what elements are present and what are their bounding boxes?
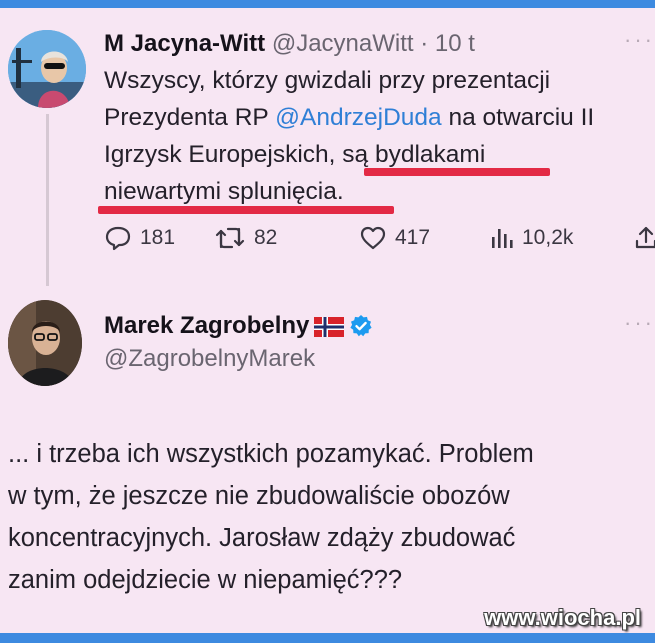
red-highlight-underline [98, 206, 394, 214]
more-options-icon[interactable]: ··· [624, 27, 655, 53]
tweet2-author-handle[interactable]: @ZagrobelnyMarek [104, 345, 315, 373]
share-button[interactable] [634, 220, 655, 256]
retweet-icon [214, 225, 246, 251]
tweet1-text-line: Prezydenta RP @AndrzejDuda na otwarciu I… [104, 99, 652, 136]
retweet-button[interactable]: 82 [214, 220, 277, 256]
tweet1-text: Wszyscy, którzy gwizdali przy prezentacj… [104, 62, 652, 210]
tweet1-text-segment: na otwarciu II [441, 104, 595, 131]
retweet-count: 82 [254, 226, 278, 249]
tweet2-author-name[interactable]: Marek Zagrobelny [104, 312, 309, 340]
tweet1-text-line: Wszyscy, którzy gwizdali przy prezentacj… [104, 62, 652, 99]
tweet1-text-line: niewartymi splunięcia. [104, 173, 652, 210]
tweet2-text-line: koncentracyjnych. Jarosław zdąży zbudowa… [8, 524, 516, 552]
more-options-icon[interactable]: ··· [624, 310, 655, 336]
tweet2-author-line: Marek Zagrobelny [104, 312, 373, 340]
tweet1-author-line: M Jacyna-Witt @JacynaWitt · 10 t [104, 30, 475, 58]
tweet2-text-line: zanim odejdziecie w niepamięć??? [8, 566, 403, 594]
tweet2-text-line: w tym, że jeszcze nie zbudowaliście oboz… [8, 482, 510, 510]
red-highlight-underline [364, 168, 550, 176]
reply-button[interactable]: 181 [104, 220, 175, 256]
mention-link[interactable]: @AndrzejDuda [275, 104, 442, 131]
avatar-jacyna-witt[interactable] [8, 30, 86, 108]
tweet1-action-bar: 181 82 417 10,2k [104, 220, 655, 256]
share-icon [634, 225, 655, 251]
like-button[interactable]: 417 [359, 220, 430, 256]
reply-icon [104, 225, 132, 251]
bottom-frame-bar [0, 633, 655, 643]
tweet1-text-segment: niewartymi splunięcia. [104, 178, 344, 205]
tweet2-text-line: ... i trzeba ich wszystkich pozamykać. P… [8, 440, 534, 468]
views-icon [490, 225, 514, 251]
tweet1-text-segment: Igrzysk Europejskich, są bydlakami [104, 141, 486, 168]
top-frame-bar [0, 0, 655, 8]
views-count: 10,2k [522, 226, 574, 249]
like-icon [359, 225, 387, 251]
tweet1-text-segment: Prezydenta RP [104, 104, 276, 131]
views-button[interactable]: 10,2k [490, 220, 573, 256]
thread-connector-line [46, 114, 49, 286]
tweet1-author-handle[interactable]: @JacynaWitt [272, 30, 414, 57]
tweet1-author-name[interactable]: M Jacyna-Witt [104, 30, 265, 57]
site-watermark: www.wiocha.pl [484, 605, 641, 630]
norway-flag-icon [314, 316, 345, 337]
tweet1-timestamp[interactable]: 10 t [435, 30, 475, 57]
avatar-zagrobelny[interactable] [8, 300, 82, 386]
tweet2-text: ... i trzeba ich wszystkich pozamykać. P… [8, 433, 653, 601]
tweet1-text-segment: Wszyscy, którzy gwizdali przy prezentacj… [104, 67, 551, 94]
tweet1-time-separator: · [420, 30, 429, 57]
reply-count: 181 [140, 226, 176, 249]
verified-badge-icon [349, 314, 373, 338]
like-count: 417 [395, 226, 431, 249]
